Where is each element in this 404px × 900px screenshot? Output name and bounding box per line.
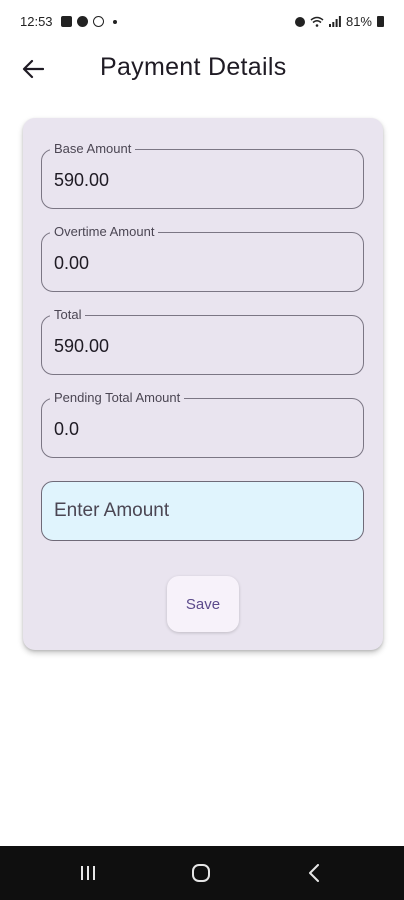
- page-title: Payment Details: [100, 53, 287, 81]
- status-right: 81%: [294, 14, 384, 29]
- signal-icon: [328, 16, 341, 27]
- overtime-amount-field[interactable]: Overtime Amount 0.00: [41, 224, 364, 292]
- pending-total-amount-label: Pending Total Amount: [50, 390, 185, 406]
- total-value: 590.00: [54, 336, 110, 356]
- gallery-icon: [60, 16, 72, 27]
- back-button[interactable]: [16, 52, 50, 86]
- payment-card: Base Amount 590.00 Overtime Amount 0.00 …: [23, 118, 383, 650]
- status-bar: 12:53 81%: [0, 0, 404, 44]
- overtime-amount-label: Overtime Amount: [50, 224, 159, 240]
- pending-total-amount-value: 0.0: [54, 419, 80, 439]
- enter-amount-input[interactable]: [41, 481, 364, 541]
- pending-total-amount-field[interactable]: Pending Total Amount 0.0: [41, 390, 364, 458]
- whatsapp-icon: [92, 16, 104, 27]
- arrow-left-icon: [22, 59, 44, 79]
- home-button[interactable]: [181, 860, 221, 886]
- save-button[interactable]: Save: [167, 576, 239, 632]
- notification-dot-icon: [112, 19, 117, 24]
- back-icon: [309, 864, 319, 882]
- battery-icon: [377, 16, 384, 27]
- total-field[interactable]: Total 590.00: [41, 307, 364, 375]
- battery-percent: 81%: [345, 14, 372, 29]
- recent-apps-icon: [81, 866, 95, 880]
- system-nav-bar: [0, 846, 404, 900]
- app-bar: Payment Details: [0, 44, 404, 96]
- recent-apps-button[interactable]: [68, 860, 108, 886]
- status-time: 12:53: [20, 14, 53, 29]
- home-icon: [192, 864, 210, 882]
- chat-icon: [76, 16, 88, 27]
- status-left: 12:53: [20, 14, 117, 29]
- total-label: Total: [50, 307, 86, 323]
- wifi-icon: [310, 16, 324, 27]
- alarm-icon: [294, 16, 305, 27]
- overtime-amount-value: 0.00: [54, 253, 90, 273]
- base-amount-field[interactable]: Base Amount 590.00: [41, 141, 364, 209]
- base-amount-label: Base Amount: [50, 141, 136, 157]
- nav-back-button[interactable]: [294, 860, 334, 886]
- base-amount-value: 590.00: [54, 170, 110, 190]
